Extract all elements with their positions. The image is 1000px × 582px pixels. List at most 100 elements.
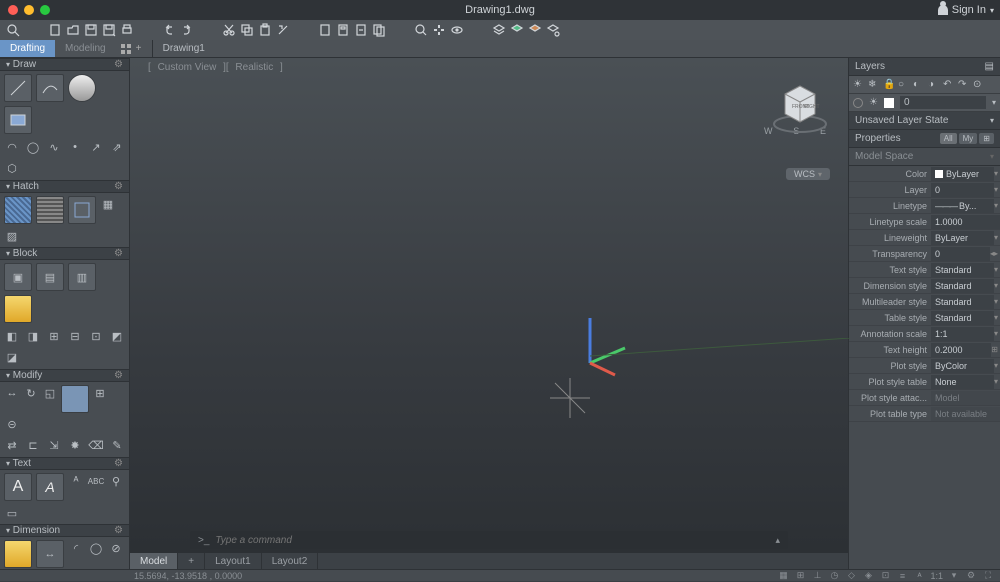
dim-radius-tool[interactable]: ◯ [88,540,104,556]
dropdown-caret-icon[interactable]: ▾ [994,201,1000,210]
tool-d[interactable]: ⊟ [67,328,83,344]
layer-prev-icon[interactable]: ↶ [943,79,955,91]
arc-tool[interactable]: ◠ [4,139,20,155]
rectangle-tool[interactable] [4,106,32,134]
tab-modeling[interactable]: Modeling [55,40,116,57]
gear-icon[interactable]: ⚙ [114,370,123,381]
wcs-badge[interactable]: WCS [786,168,830,180]
sheets-icon[interactable] [372,23,386,37]
section-draw-header[interactable]: ▾ Draw⚙ [0,58,129,71]
tool-f[interactable]: ◩ [109,328,125,344]
section-dimension-header[interactable]: ▾ Dimension⚙ [0,524,129,537]
property-row-table-style[interactable]: Table styleStandard▾ [849,310,1000,326]
offset-tool[interactable]: ⊏ [25,437,41,453]
property-row-annotation-scale[interactable]: Annotation scale1:1▾ [849,326,1000,342]
scale-tool[interactable]: ◱ [42,385,58,401]
layer-prop-icon[interactable]: ☀ [853,79,865,91]
sheet2-icon[interactable] [336,23,350,37]
line-tool[interactable] [4,74,32,102]
stretch-tool[interactable]: ⇲ [46,437,62,453]
dropdown-caret-icon[interactable]: ▾ [994,265,1000,274]
fillet-tool[interactable] [61,385,89,413]
window-maximize-icon[interactable] [40,5,50,15]
saveas-icon[interactable] [102,23,116,37]
layer-selector[interactable]: ☀ 0 ▾ [849,94,1000,112]
section-modify-header[interactable]: ▾ Modify⚙ [0,369,129,382]
status-snap-icon[interactable]: ⊞ [794,570,806,582]
command-input[interactable] [215,535,769,546]
property-value[interactable]: Standard [931,279,994,293]
mirror-tool[interactable]: ⇄ [4,437,20,453]
move-tool[interactable]: ↔ [4,385,20,401]
match-icon[interactable] [276,23,290,37]
layer-walk-icon[interactable]: ↷ [958,79,970,91]
dropdown-caret-icon[interactable]: ▾ [994,281,1000,290]
layer-sun-icon[interactable]: ☀ [869,97,878,108]
properties-expand-icon[interactable]: ⊞ [979,133,994,144]
grid-icon[interactable] [120,43,132,55]
gear-icon[interactable]: ⚙ [114,458,123,469]
status-lw-icon[interactable]: ≡ [896,570,908,582]
layer-visible-icon[interactable] [853,98,863,108]
search-icon[interactable] [6,23,20,37]
status-grid-icon[interactable]: ▦ [777,570,789,582]
find-tool[interactable]: ⚲ [108,473,124,489]
text-tool[interactable]: A [36,473,64,501]
signin-button[interactable]: Sign In ▾ [938,0,994,20]
window-minimize-icon[interactable] [24,5,34,15]
xline-tool[interactable]: ⇗ [109,139,125,155]
property-value[interactable]: Standard [931,311,994,325]
tool-b[interactable]: ◨ [25,328,41,344]
layer-state-dropdown[interactable]: Unsaved Layer State ▾ [849,112,1000,130]
property-value[interactable]: Standard [931,263,994,277]
hatch-tool[interactable] [4,196,32,224]
dim-linear-tool[interactable] [4,540,32,568]
viewport[interactable]: [ Custom View ][ Realistic ] FRONT RIGHT… [130,58,848,569]
rotate-tool[interactable]: ↻ [23,385,39,401]
property-value[interactable]: None [931,375,994,389]
dropdown-caret-icon[interactable]: ▾ [994,313,1000,322]
status-gear-icon[interactable]: ⚙ [965,570,977,582]
picker-icon[interactable]: ⊞ [991,345,1000,354]
dropdown-caret-icon[interactable]: ▾ [994,377,1000,386]
add-tab-icon[interactable]: + [136,43,148,55]
property-value[interactable]: 1.0000 [931,215,1000,229]
block-insert-tool[interactable]: ▣ [4,263,32,291]
block-attr-tool[interactable] [4,295,32,323]
tool-a[interactable]: ◧ [4,328,20,344]
layer-lock-icon[interactable]: 🔒 [883,79,895,91]
window-close-icon[interactable] [8,5,18,15]
layer-color-swatch[interactable] [884,98,894,108]
command-history-icon[interactable]: ▴ [775,535,780,546]
ellipse-tool[interactable]: ◯ [25,139,41,155]
circle-tool[interactable] [68,74,96,102]
status-ortho-icon[interactable]: ⊥ [811,570,823,582]
property-value[interactable]: 1:1 [931,327,994,341]
mtext-tool[interactable]: A [4,473,32,501]
property-row-dimension-style[interactable]: Dimension styleStandard▾ [849,278,1000,294]
dim-diameter-tool[interactable]: ⊘ [108,540,124,556]
gear-icon[interactable]: ⚙ [114,59,123,70]
section-hatch-header[interactable]: ▾ Hatch⚙ [0,180,129,193]
layer-icon[interactable] [492,23,506,37]
dropdown-caret-icon[interactable]: ▾ [994,233,1000,242]
zoom-icon[interactable] [414,23,428,37]
ray-tool[interactable]: ↗ [88,139,104,155]
status-otrack-icon[interactable]: ◈ [862,570,874,582]
gear-icon[interactable]: ⚙ [114,248,123,259]
layout-tab-layout2[interactable]: Layout2 [262,553,319,569]
orbit-icon[interactable] [450,23,464,37]
status-dyn-icon[interactable]: ⊡ [879,570,891,582]
property-row-linetype[interactable]: Linetype———By...▾ [849,198,1000,214]
layer-freeze-icon[interactable]: ❄ [868,79,880,91]
field-tool[interactable]: ▭ [4,505,20,521]
property-value[interactable]: ByColor [931,359,994,373]
layer3-icon[interactable] [528,23,542,37]
gear-icon[interactable]: ⚙ [114,181,123,192]
polygon-tool[interactable]: ⬡ [4,160,20,176]
tab-drafting[interactable]: Drafting [0,40,55,57]
gradient-tool[interactable] [36,196,64,224]
layout-tab-layout1[interactable]: Layout1 [205,553,262,569]
new-icon[interactable] [48,23,62,37]
layout-tab-add[interactable]: + [178,553,205,569]
